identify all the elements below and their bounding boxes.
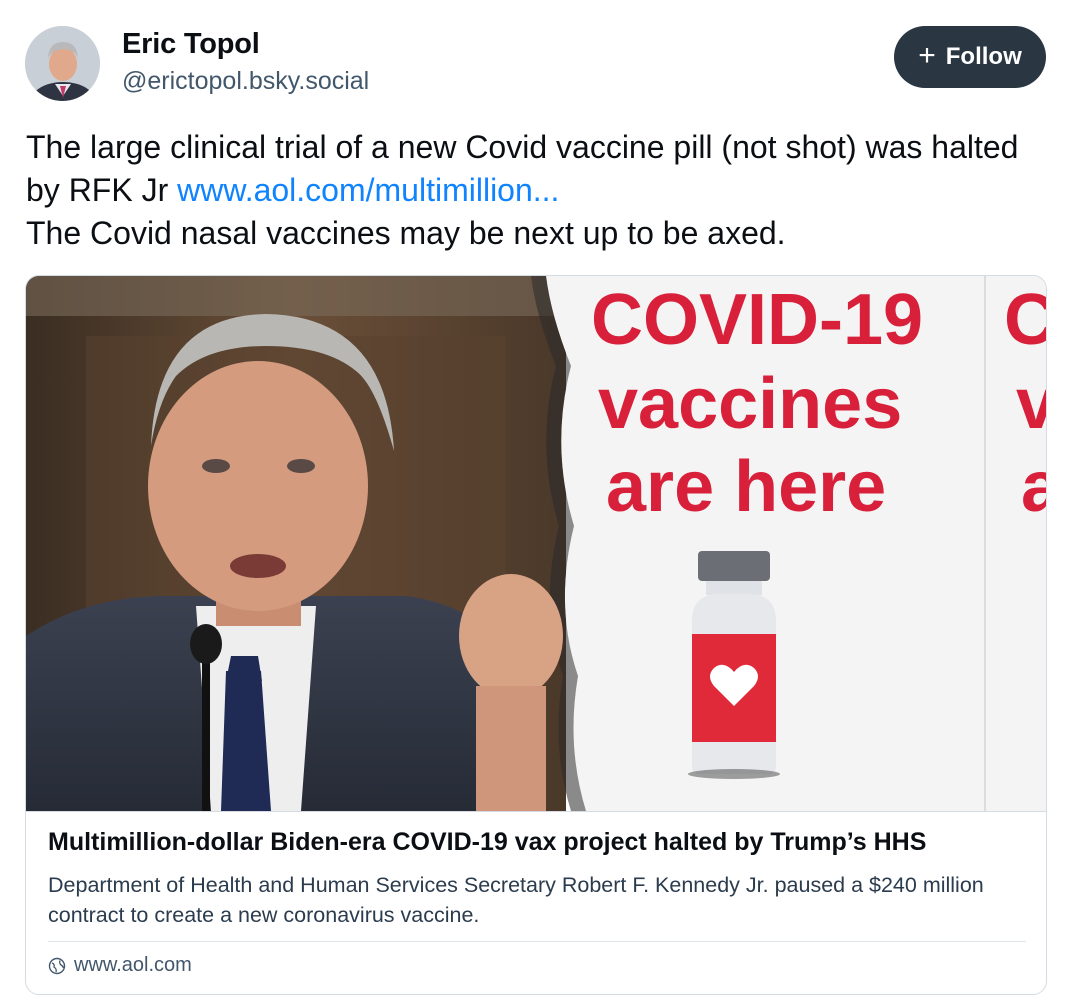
sign-partial-2: v: [1016, 364, 1047, 444]
sign-line-3: are here: [606, 447, 886, 527]
link-card-domain-text: www.aol.com: [74, 954, 192, 976]
avatar[interactable]: [25, 26, 100, 101]
card-rule: [48, 941, 1026, 942]
author-display-name[interactable]: Eric Topol: [122, 28, 260, 61]
link-card-domain[interactable]: www.aol.com: [48, 954, 192, 977]
link-card[interactable]: COVID-19 vaccines are here C v a: [25, 275, 1047, 995]
globe-icon: [48, 957, 66, 974]
post-link[interactable]: www.aol.com/multimillion...: [177, 172, 559, 208]
link-card-image[interactable]: COVID-19 vaccines are here C v a: [26, 276, 1047, 811]
card-thumbnail-image: COVID-19 vaccines are here C v a: [26, 276, 1047, 811]
post: Eric Topol @erictopol.bsky.social + Foll…: [0, 0, 1068, 1004]
sign-partial-1: C: [1004, 280, 1047, 360]
follow-button-label: Follow: [945, 43, 1022, 70]
post-text-part2: The Covid nasal vaccines may be next up …: [26, 215, 786, 251]
link-card-title[interactable]: Multimillion-dollar Biden-era COVID-19 v…: [48, 828, 1028, 857]
avatar-image: [25, 26, 100, 101]
follow-button[interactable]: + Follow: [894, 26, 1046, 88]
sign-line-2: vaccines: [598, 364, 902, 444]
sign-line-1: COVID-19: [591, 280, 923, 360]
post-text: The large clinical trial of a new Covid …: [26, 126, 1046, 255]
sign-partial-3: a: [1021, 447, 1047, 527]
link-card-description: Department of Health and Human Services …: [48, 873, 984, 927]
card-divider: [26, 811, 1046, 812]
author-handle[interactable]: @erictopol.bsky.social: [122, 67, 369, 96]
plus-icon: +: [918, 39, 936, 72]
